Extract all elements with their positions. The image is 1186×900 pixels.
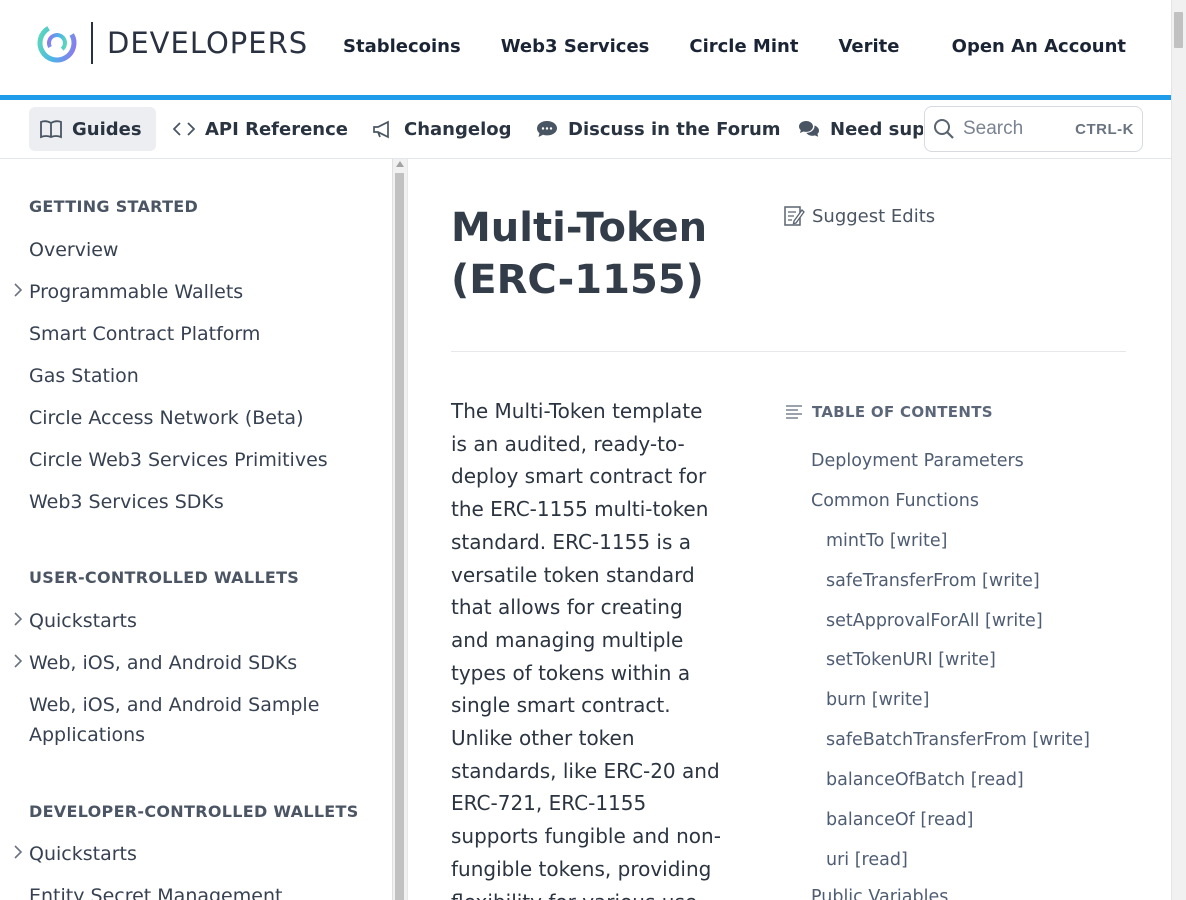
toc-item[interactable]: setApprovalForAll [write]	[826, 611, 1043, 631]
search-placeholder: Search	[963, 118, 1024, 139]
body-line: Unlike other token	[451, 726, 635, 751]
sidebar-item-dev-quickstarts[interactable]: Quickstarts	[29, 839, 137, 869]
sidebar-item-smart-contract-platform[interactable]: Smart Contract Platform	[29, 319, 260, 349]
title-divider	[451, 351, 1126, 352]
toc-item[interactable]: safeBatchTransferFrom [write]	[826, 730, 1090, 750]
toc-item[interactable]: Common Functions	[811, 491, 979, 511]
body-line: single smart contract.	[451, 693, 671, 718]
top-nav: Stablecoins Web3 Services Circle Mint Ve…	[343, 36, 939, 57]
chevron-right-icon[interactable]	[13, 845, 25, 863]
tab-guides-label: Guides	[72, 118, 142, 140]
body-line: The Multi-Token template	[451, 399, 703, 423]
body-line: supports fungible and non-	[451, 824, 721, 849]
nav-circle-mint[interactable]: Circle Mint	[689, 36, 798, 57]
sidebar-item-web3-primitives[interactable]: Circle Web3 Services Primitives	[29, 445, 328, 475]
code-icon	[172, 117, 196, 141]
toc-item[interactable]: balanceOf [read]	[826, 810, 973, 830]
sidebar-item-sample-apps[interactable]: Web, iOS, and Android Sample	[29, 690, 319, 720]
sidebar-item-overview[interactable]: Overview	[29, 235, 118, 265]
tab-support-label: Need support?	[830, 118, 923, 140]
body-line: standard. ERC-1155 is a	[451, 529, 691, 554]
sidebar-item-quickstarts[interactable]: Quickstarts	[29, 606, 137, 636]
sidebar-item-sdks[interactable]: Web, iOS, and Android SDKs	[29, 648, 297, 678]
tab-guides[interactable]: Guides	[29, 107, 156, 151]
book-icon	[39, 117, 63, 141]
top-header: DEVELOPERS Stablecoins Web3 Services Cir…	[0, 0, 1171, 96]
list-icon	[786, 405, 802, 419]
toc-item[interactable]: Public Variables	[811, 887, 948, 900]
suggest-edits-button[interactable]: Suggest Edits	[782, 204, 935, 228]
body-line: the ERC-1155 multi-token	[451, 497, 709, 522]
body-line: fungible tokens, providing	[451, 856, 712, 881]
body-line: standards, like ERC-20 and	[451, 758, 720, 783]
scroll-up-arrow-icon[interactable]	[396, 161, 404, 167]
page-title-line2: (ERC-1155)	[451, 257, 704, 303]
tab-changelog[interactable]: Changelog	[371, 107, 512, 151]
sidebar: GETTING STARTED Overview Programmable Wa…	[0, 159, 392, 900]
body-line: flexibility for various use	[451, 886, 726, 900]
body-line: is an audited, ready-to-	[451, 431, 685, 456]
sidebar-section-title: USER-CONTROLLED WALLETS	[29, 568, 300, 587]
suggest-edits-label: Suggest Edits	[812, 205, 936, 227]
body-line: that allows for creating	[451, 595, 683, 620]
tab-api-reference-label: API Reference	[205, 118, 348, 140]
circle-logo-icon	[37, 23, 77, 63]
chat-bubble-icon	[535, 117, 559, 141]
body-line: and managing multiple	[451, 627, 684, 652]
page-title-line1: Multi-Token	[451, 205, 708, 251]
content-divider	[407, 159, 408, 900]
tab-api-reference[interactable]: API Reference	[172, 107, 348, 151]
tab-support-clip: Need support?	[797, 107, 923, 151]
intro-paragraph: The Multi-Token template is an audited, …	[451, 395, 726, 900]
nav-stablecoins[interactable]: Stablecoins	[343, 36, 461, 57]
chevron-right-icon[interactable]	[13, 654, 25, 672]
sidebar-item-gas-station[interactable]: Gas Station	[29, 361, 139, 391]
secondary-nav: Guides API Reference Changelog Discuss i…	[0, 100, 1171, 159]
sidebar-item-web3-sdks[interactable]: Web3 Services SDKs	[29, 487, 224, 517]
toc-heading: TABLE OF CONTENTS	[784, 402, 993, 422]
search-box[interactable]: Search CTRL-K	[924, 106, 1143, 152]
chevron-right-icon[interactable]	[13, 283, 25, 301]
toc-item[interactable]: uri [read]	[826, 850, 908, 870]
nav-verite[interactable]: Verite	[838, 36, 899, 57]
toc-item[interactable]: Deployment Parameters	[811, 451, 1024, 471]
body-line: ERC-721, ERC-1155	[451, 791, 647, 816]
body-line: deploy smart contract for	[451, 464, 707, 489]
toc-item[interactable]: setTokenURI [write]	[826, 650, 996, 670]
sidebar-item-entity-secret[interactable]: Entity Secret Management	[29, 881, 282, 900]
body-line: types of tokens within a	[451, 660, 691, 685]
toc-item[interactable]: burn [write]	[826, 690, 929, 710]
page-scroll-thumb[interactable]	[1174, 12, 1183, 48]
tab-changelog-label: Changelog	[404, 118, 512, 140]
megaphone-icon	[371, 117, 395, 141]
comments-icon	[797, 117, 821, 141]
edit-document-icon	[784, 206, 805, 226]
toc-item[interactable]: balanceOfBatch [read]	[826, 770, 1024, 790]
open-account-link[interactable]: Open An Account	[952, 36, 1126, 57]
sidebar-section-title: GETTING STARTED	[29, 197, 199, 216]
body-line: versatile token standard	[451, 562, 695, 587]
brand-text: DEVELOPERS	[107, 26, 309, 60]
sidebar-item-programmable-wallets[interactable]: Programmable Wallets	[29, 277, 243, 307]
sidebar-section-title: DEVELOPER-CONTROLLED WALLETS	[29, 802, 359, 821]
search-icon	[934, 119, 954, 139]
tab-support[interactable]: Need support?	[797, 107, 923, 151]
tab-forum-label: Discuss in the Forum	[568, 118, 781, 140]
logo-divider	[91, 22, 93, 64]
tab-forum[interactable]: Discuss in the Forum	[535, 107, 781, 151]
circle-developers-logo[interactable]: DEVELOPERS	[36, 22, 308, 64]
toc-item[interactable]: safeTransferFrom [write]	[826, 571, 1040, 591]
nav-web3-services[interactable]: Web3 Services	[501, 36, 650, 57]
sidebar-item-circle-access-network[interactable]: Circle Access Network (Beta)	[29, 403, 304, 433]
toc-item[interactable]: mintTo [write]	[826, 531, 948, 551]
sidebar-item-sample-apps-line2[interactable]: Applications	[29, 720, 145, 750]
chevron-right-icon[interactable]	[13, 612, 25, 630]
search-shortcut: CTRL-K	[1075, 120, 1134, 138]
page-title: Multi-Token (ERC-1155)	[451, 202, 751, 306]
toc-heading-label: TABLE OF CONTENTS	[812, 403, 993, 421]
sidebar-scroll-thumb[interactable]	[395, 173, 404, 900]
page-scrollbar[interactable]	[1171, 0, 1186, 900]
